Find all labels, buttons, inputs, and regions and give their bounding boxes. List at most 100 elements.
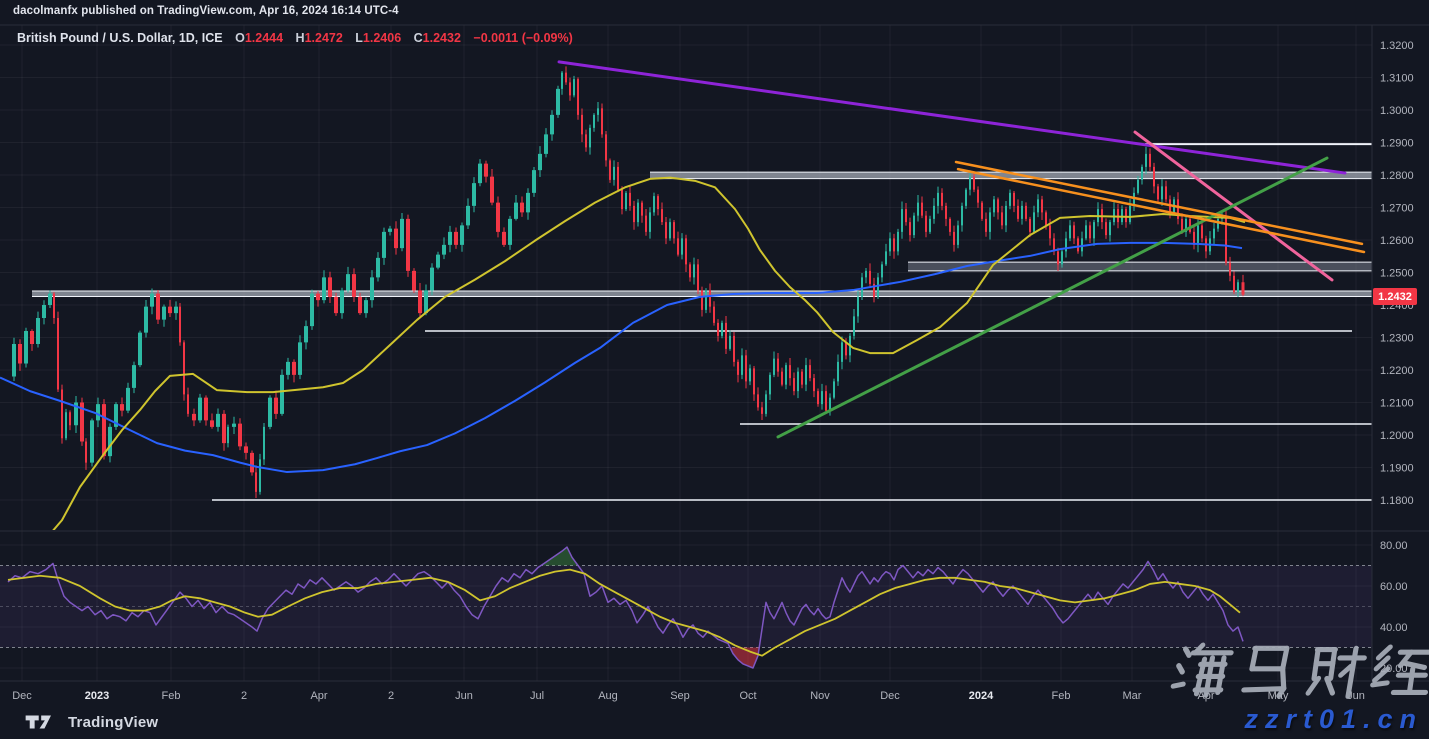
candle	[358, 296, 362, 314]
ma-fast-yellow-line[interactable]	[50, 176, 1246, 535]
candle	[1049, 225, 1051, 239]
open-value: 1.2444	[244, 31, 284, 45]
candle	[717, 322, 719, 336]
date-tick-label: 2	[241, 690, 247, 702]
candle	[1025, 205, 1027, 219]
candle	[1105, 222, 1107, 236]
candle	[1013, 192, 1015, 206]
candle	[179, 306, 181, 343]
date-tick-label: Aug	[598, 690, 618, 702]
candle	[418, 290, 422, 314]
watermark-glyph	[1170, 642, 1234, 698]
candle	[538, 153, 542, 171]
downtrend-purple[interactable]	[557, 60, 1347, 175]
candle	[761, 407, 763, 414]
candle	[573, 79, 575, 96]
candle	[705, 290, 707, 310]
candle	[69, 412, 71, 426]
candle	[1229, 262, 1231, 276]
candle	[725, 322, 727, 349]
candle	[550, 114, 554, 135]
candle	[561, 72, 563, 89]
candle	[280, 374, 284, 414]
ma-slow-blue-line[interactable]	[0, 241, 1243, 474]
date-tick-label: Feb	[162, 690, 181, 702]
candle	[334, 296, 338, 314]
candle	[585, 134, 587, 148]
candle	[162, 306, 166, 320]
candle	[1109, 222, 1111, 236]
candle	[286, 361, 290, 375]
date-tick-label: 2	[388, 690, 394, 702]
candle	[156, 293, 160, 320]
date-tick-label: 2024	[969, 690, 994, 702]
candle	[370, 277, 374, 301]
candle	[957, 225, 959, 245]
candle	[322, 277, 326, 301]
candle	[126, 387, 130, 411]
price-axis[interactable]: 1.3200 1.3100 1.3000 1.2900 1.2800 1.2700 1.26…	[1380, 40, 1414, 675]
candle	[292, 361, 296, 375]
candle	[1137, 179, 1139, 193]
candle	[1157, 186, 1159, 200]
support-resistance-levels[interactable]	[32, 143, 1372, 501]
candle	[346, 274, 350, 291]
candle	[1241, 282, 1245, 295]
candle	[929, 218, 931, 232]
candle	[685, 238, 687, 265]
candle	[937, 192, 939, 206]
candle	[490, 176, 494, 203]
candle	[965, 189, 967, 206]
price-tick-label: 1.2200	[1380, 365, 1414, 377]
price-tick-label: 1.3200	[1380, 40, 1414, 52]
candle	[484, 163, 488, 177]
high-label: H	[295, 31, 305, 45]
candle	[993, 199, 995, 213]
footer-branding[interactable]: TradingView	[24, 712, 158, 732]
candle	[198, 397, 202, 421]
candle	[298, 342, 302, 375]
candle	[617, 166, 619, 190]
uptrend-green[interactable]	[776, 156, 1329, 439]
chart-canvas[interactable]: 1.3200 1.3100 1.3000 1.2900 1.2800 1.2700 1.26…	[0, 0, 1429, 739]
candle	[138, 332, 142, 366]
candle	[765, 394, 767, 414]
candle	[424, 290, 428, 314]
date-tick-label: Nov	[810, 690, 830, 702]
candle	[460, 225, 464, 245]
candle	[701, 290, 703, 310]
candle	[274, 397, 278, 414]
rsi-tick-label: 40.00	[1380, 622, 1408, 634]
close-value: 1.2432	[422, 31, 461, 45]
candle	[1189, 218, 1191, 232]
candle	[174, 306, 178, 314]
candle	[853, 316, 855, 336]
candle	[96, 404, 100, 421]
candle	[901, 209, 903, 232]
candle	[24, 331, 28, 364]
publisher-bar: dacolmanfx published on TradingView.com,…	[0, 0, 1429, 25]
candle	[448, 231, 452, 245]
candle	[661, 209, 663, 223]
candle	[773, 358, 775, 375]
candle	[1065, 238, 1067, 252]
candle	[108, 426, 112, 457]
candle	[514, 202, 518, 219]
candle	[837, 361, 839, 382]
candle	[569, 82, 571, 96]
candle	[917, 202, 919, 216]
candle	[18, 344, 22, 364]
date-axis[interactable]: Dec 2023 Feb 2 Apr 2 Jun Jul Aug Sep Oct Nov Dec 2024…	[12, 690, 1365, 702]
candle	[857, 296, 859, 317]
candle	[394, 228, 398, 249]
candle	[454, 231, 458, 245]
candle	[1165, 186, 1167, 200]
watermark-glyph	[1370, 644, 1429, 696]
footer-brand-text: TradingView	[68, 713, 159, 731]
candle	[1057, 251, 1059, 265]
candle	[609, 160, 611, 180]
open-label: O	[235, 31, 245, 45]
candle	[973, 176, 975, 190]
symbol-info-row[interactable]: British Pound / U.S. Dollar, 1D, ICE O1.…	[17, 31, 573, 45]
candle	[953, 231, 955, 245]
